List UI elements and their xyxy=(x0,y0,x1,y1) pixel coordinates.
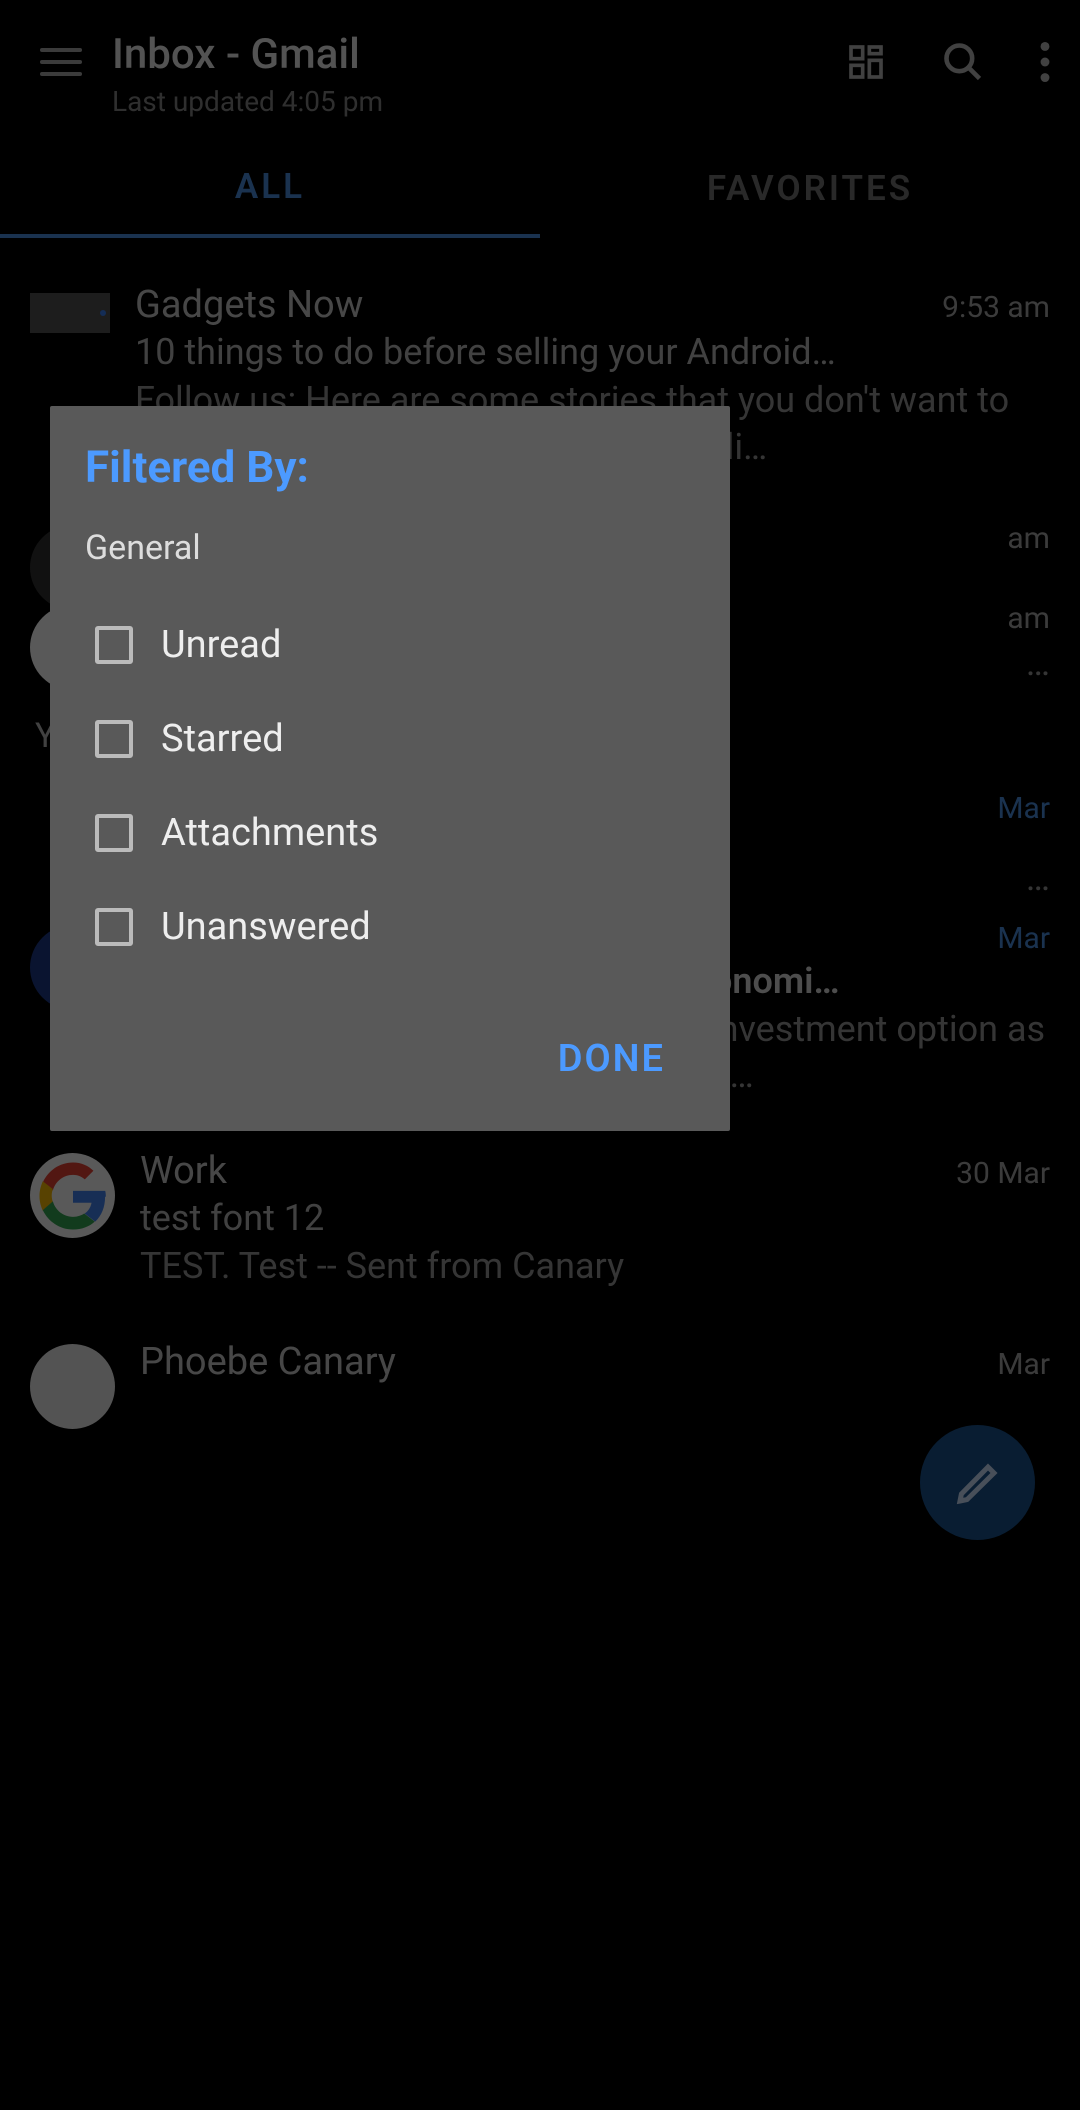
checkbox[interactable] xyxy=(95,626,133,664)
filter-option-attachments[interactable]: Attachments xyxy=(85,786,695,880)
dialog-section-label: General xyxy=(85,528,695,568)
filter-option-starred[interactable]: Starred xyxy=(85,692,695,786)
done-button[interactable]: DONE xyxy=(528,1022,695,1096)
filter-dialog: Filtered By: General Unread Starred Atta… xyxy=(50,406,730,1131)
checkbox-label: Unread xyxy=(161,623,281,667)
checkbox[interactable] xyxy=(95,720,133,758)
checkbox[interactable] xyxy=(95,814,133,852)
checkbox-label: Attachments xyxy=(161,811,378,855)
dialog-actions: DONE xyxy=(85,1022,695,1096)
checkbox-label: Unanswered xyxy=(161,905,371,949)
filter-option-unanswered[interactable]: Unanswered xyxy=(85,880,695,974)
checkbox[interactable] xyxy=(95,908,133,946)
filter-option-unread[interactable]: Unread xyxy=(85,598,695,692)
bottom-blank xyxy=(0,1570,1080,2110)
dialog-title: Filtered By: xyxy=(85,441,695,493)
checkbox-label: Starred xyxy=(161,717,284,761)
